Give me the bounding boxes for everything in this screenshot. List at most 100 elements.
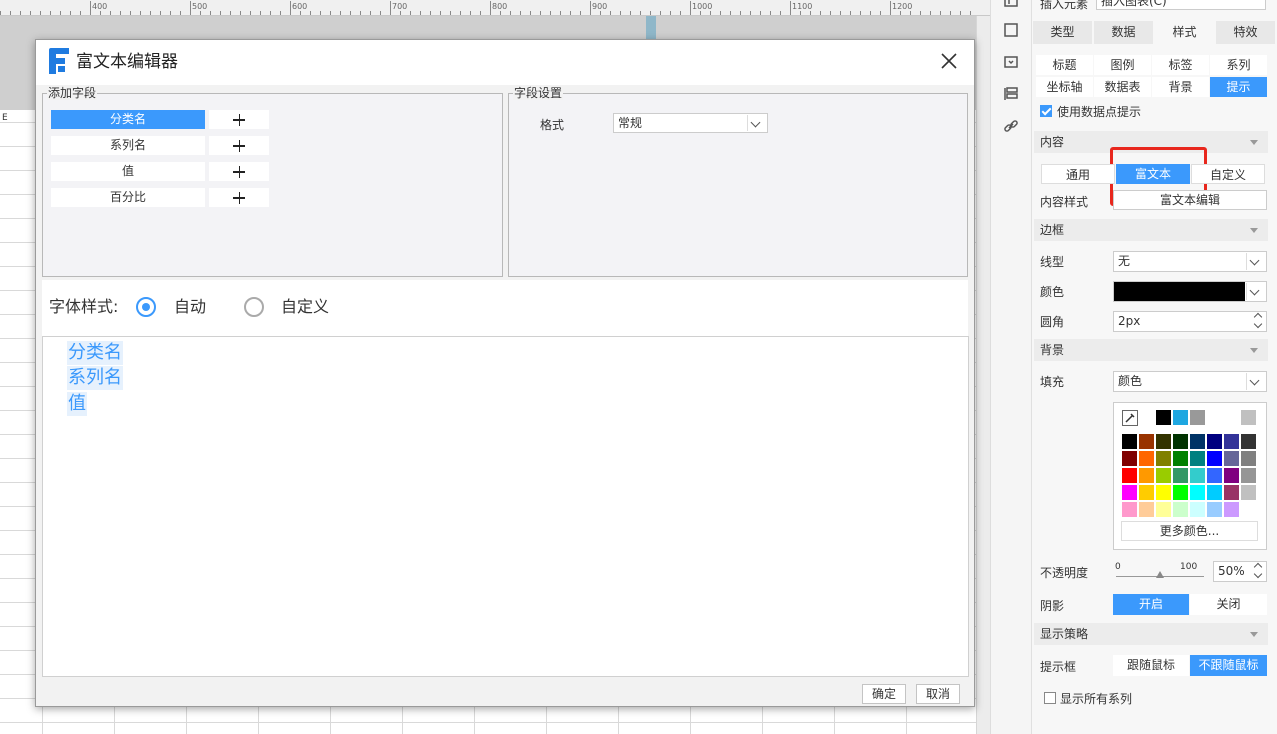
font-style-custom-label[interactable]: 自定义 [281,296,329,318]
palette-color-swatch[interactable] [1156,468,1171,483]
palette-color-swatch[interactable] [1190,451,1205,466]
palette-color-swatch[interactable] [1190,468,1205,483]
palette-color-swatch[interactable] [1241,468,1256,483]
fill-type-select[interactable]: 颜色 [1113,371,1267,392]
palette-color-swatch[interactable] [1122,434,1137,449]
palette-color-swatch[interactable] [1139,451,1154,466]
insert-chart-select[interactable]: 插入图表(C) [1096,0,1266,10]
subtab-3[interactable]: 系列 [1210,55,1267,75]
palette-color-swatch[interactable] [1173,485,1188,500]
palette-color-swatch[interactable] [1241,502,1256,517]
palette-color-swatch[interactable] [1241,485,1256,500]
info-icon[interactable] [1003,0,1019,10]
palette-color-swatch[interactable] [1156,502,1171,517]
close-icon[interactable] [940,52,958,70]
rich-text-edit-button[interactable]: 富文本编辑 [1113,190,1267,210]
vertical-scrollbar[interactable] [976,16,990,734]
field-item-2[interactable]: 值 [51,162,205,181]
palette-color-swatch[interactable] [1173,451,1188,466]
palette-color-swatch[interactable] [1190,485,1205,500]
palette-color-swatch[interactable] [1224,485,1239,500]
palette-color-swatch[interactable] [1207,451,1222,466]
cancel-button[interactable]: 取消 [916,684,960,704]
tab-2[interactable]: 样式 [1155,21,1214,44]
ok-button[interactable]: 确定 [862,684,906,704]
tab-1[interactable]: 数据 [1094,21,1153,44]
palette-color-swatch[interactable] [1122,468,1137,483]
stepper-icon[interactable] [1252,562,1266,581]
stepper-icon[interactable] [1252,312,1266,331]
font-style-auto-radio[interactable] [136,297,156,317]
palette-color-swatch[interactable] [1207,502,1222,517]
field-item-3[interactable]: 百分比 [51,188,205,207]
palette-color-swatch[interactable] [1156,485,1171,500]
palette-color-swatch[interactable] [1122,485,1137,500]
add-field-plus-icon[interactable] [209,110,269,129]
show-all-series-checkbox[interactable] [1044,692,1056,704]
subtab-7[interactable]: 提示 [1210,77,1267,97]
palette-color-swatch[interactable] [1122,451,1137,466]
content-token-value[interactable]: 值 [67,392,87,416]
link-icon[interactable] [1003,118,1019,134]
not-follow-mouse-button[interactable]: 不跟随鼠标 [1190,655,1267,676]
palette-color-swatch[interactable] [1190,502,1205,517]
palette-color-swatch[interactable] [1139,434,1154,449]
format-select[interactable]: 常规 [613,113,768,133]
palette-color-swatch[interactable] [1190,434,1205,449]
background-section-header[interactable]: 背景 [1034,339,1268,361]
palette-color-swatch[interactable] [1224,502,1239,517]
content-token-series[interactable]: 系列名 [67,366,123,390]
recent-color-swatch[interactable] [1173,410,1188,425]
palette-color-swatch[interactable] [1156,434,1171,449]
shadow-off-button[interactable]: 关闭 [1190,594,1267,615]
palette-color-swatch[interactable] [1156,451,1171,466]
palette-color-swatch[interactable] [1173,468,1188,483]
font-style-custom-radio[interactable] [244,297,264,317]
content-mode-2[interactable]: 自定义 [1191,164,1265,184]
eyedropper-icon[interactable] [1122,410,1138,426]
corner-radius-input[interactable]: 2px [1113,311,1267,332]
subtab-4[interactable]: 坐标轴 [1036,77,1093,97]
palette-color-swatch[interactable] [1173,502,1188,517]
opacity-slider-thumb[interactable] [1156,571,1164,578]
follow-mouse-button[interactable]: 跟随鼠标 [1113,655,1189,676]
font-style-auto-label[interactable]: 自动 [174,296,206,318]
palette-color-swatch[interactable] [1139,502,1154,517]
tab-3[interactable]: 特效 [1216,21,1275,44]
rich-text-content-area[interactable]: 分类名 系列名 值 [42,336,969,677]
add-field-plus-icon[interactable] [209,162,269,181]
frame-icon[interactable] [1003,22,1019,38]
content-mode-0[interactable]: 通用 [1041,164,1115,184]
content-mode-1[interactable]: 富文本 [1116,164,1190,184]
palette-color-swatch[interactable] [1122,502,1137,517]
palette-color-swatch[interactable] [1207,468,1222,483]
border-section-header[interactable]: 边框 [1034,219,1268,241]
recent-color-swatch[interactable] [1207,410,1222,425]
add-field-plus-icon[interactable] [209,136,269,155]
add-field-plus-icon[interactable] [209,188,269,207]
palette-color-swatch[interactable] [1139,468,1154,483]
subtab-1[interactable]: 图例 [1094,55,1151,75]
content-token-category[interactable]: 分类名 [67,341,123,365]
recent-color-swatch[interactable] [1190,410,1205,425]
palette-color-swatch[interactable] [1207,485,1222,500]
palette-color-swatch[interactable] [1241,451,1256,466]
opacity-input[interactable]: 50% [1213,561,1267,582]
use-tooltip-checkbox[interactable] [1040,105,1052,117]
shadow-on-button[interactable]: 开启 [1113,594,1189,615]
field-item-1[interactable]: 系列名 [51,136,205,155]
palette-color-swatch[interactable] [1139,485,1154,500]
palette-color-swatch[interactable] [1224,434,1239,449]
tab-0[interactable]: 类型 [1033,21,1092,44]
subtab-5[interactable]: 数据表 [1094,77,1151,97]
more-colors-button[interactable]: 更多颜色... [1121,521,1258,541]
palette-color-swatch[interactable] [1173,434,1188,449]
palette-color-swatch[interactable] [1224,468,1239,483]
field-item-0[interactable]: 分类名 [51,110,205,129]
subtab-0[interactable]: 标题 [1036,55,1093,75]
subtab-2[interactable]: 标签 [1152,55,1209,75]
layer-icon[interactable] [1003,86,1019,102]
palette-color-swatch[interactable] [1241,434,1256,449]
recent-color-swatch[interactable] [1241,410,1256,425]
palette-color-swatch[interactable] [1224,451,1239,466]
